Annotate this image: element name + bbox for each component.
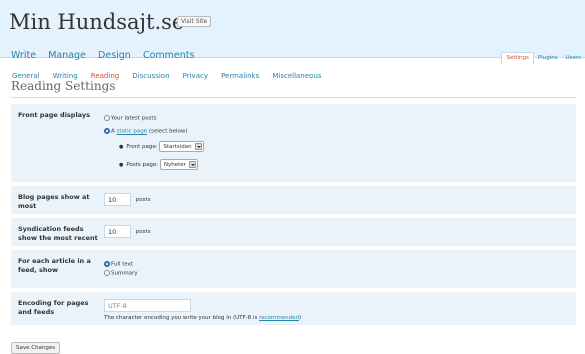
save-changes-button[interactable]: Save Changes <box>11 342 61 354</box>
encoding-input[interactable]: UTF-8 <box>104 299 191 312</box>
posts-page-select-row: ● Posts page: Nyheter <box>119 159 198 170</box>
latest-posts-radio[interactable] <box>104 115 110 121</box>
main-menu: Write Manage Design Comments <box>11 43 201 62</box>
posts-page-select-value: Nyheter <box>163 162 186 168</box>
recommended-link[interactable]: recommended <box>259 315 299 321</box>
feed-article-label: For each article in a feed, show <box>18 257 91 274</box>
bullet-icon: ● <box>119 144 124 150</box>
encoding-help-prefix: The character encoding you write your bl… <box>104 315 260 321</box>
summary-option: Summary <box>104 270 138 277</box>
blog-pages-field: 10 posts <box>104 193 151 206</box>
feed-article-row: For each article in a feed, show Full te… <box>11 250 576 288</box>
menu-item-settings[interactable]: Settings <box>501 52 534 64</box>
full-text-label: Full text <box>111 261 134 268</box>
syndication-label: Syndication feeds show the most recent <box>18 225 98 242</box>
menu-item-comments[interactable]: Comments <box>143 50 195 61</box>
syndication-row: Syndication feeds show the most recent 1… <box>11 218 576 246</box>
menu-item-users[interactable]: Users <box>562 53 585 64</box>
full-text-option: Full text <box>104 261 133 268</box>
menu-item-plugins[interactable]: Plugins <box>534 53 562 64</box>
secondary-menu: Settings Plugins Users <box>501 44 585 64</box>
static-page-radio[interactable] <box>104 128 110 134</box>
front-page-select-label: Front page: <box>126 144 158 150</box>
site-title: Min Hundsajt.se <box>9 10 185 34</box>
latest-posts-label: Your latest posts <box>111 115 157 122</box>
static-page-suffix: (select below) <box>147 128 188 135</box>
chevron-down-icon <box>188 161 196 168</box>
summary-radio[interactable] <box>104 270 110 276</box>
admin-header: Min Hundsajt.se Visit Site Write Manage … <box>0 0 585 64</box>
submenu-miscellaneous[interactable]: Miscellaneous <box>272 72 321 80</box>
chevron-down-icon <box>194 143 202 150</box>
posts-page-select-label: Posts page: <box>126 162 159 168</box>
menu-item-write[interactable]: Write <box>11 50 36 61</box>
syndication-input[interactable]: 10 <box>104 225 131 238</box>
front-page-label: Front page displays <box>18 111 90 119</box>
page-title: Reading Settings <box>11 79 116 93</box>
full-text-radio[interactable] <box>104 261 110 267</box>
front-page-select-value: Startsidan <box>163 144 192 150</box>
summary-label: Summary <box>111 270 138 277</box>
syndication-field: 10 posts <box>104 225 151 238</box>
submenu-permalinks[interactable]: Permalinks <box>221 72 259 80</box>
blog-pages-row: Blog pages show at most 10 posts <box>11 186 576 214</box>
bullet-icon: ● <box>119 162 124 168</box>
encoding-row: Encoding for pages and feeds UTF-8 The c… <box>11 292 576 325</box>
blog-pages-label: Blog pages show at most <box>18 193 90 210</box>
blog-pages-input[interactable]: 10 <box>104 193 131 206</box>
visit-site-button[interactable]: Visit Site <box>177 16 212 27</box>
front-page-select[interactable]: Startsidan <box>159 141 204 152</box>
encoding-label: Encoding for pages and feeds <box>18 299 89 316</box>
title-divider <box>11 97 576 98</box>
encoding-help-suffix: ) <box>298 315 302 321</box>
front-page-row: Front page displays Your latest posts A … <box>11 104 576 182</box>
front-page-select-row: ● Front page: Startsidan <box>119 141 204 152</box>
latest-posts-option: Your latest posts <box>104 115 156 122</box>
submenu-discussion[interactable]: Discussion <box>132 72 169 80</box>
encoding-field: UTF-8 <box>104 299 191 312</box>
syndication-unit: posts <box>135 229 151 235</box>
blog-pages-unit: posts <box>135 197 151 203</box>
posts-page-select[interactable]: Nyheter <box>159 159 198 170</box>
static-page-option: A static page (select below) <box>104 128 188 135</box>
menu-item-manage[interactable]: Manage <box>48 50 86 61</box>
encoding-help: The character encoding you write your bl… <box>104 315 301 321</box>
submenu-privacy[interactable]: Privacy <box>183 72 208 80</box>
menu-item-design[interactable]: Design <box>98 50 131 61</box>
static-page-link[interactable]: static page <box>117 129 148 135</box>
